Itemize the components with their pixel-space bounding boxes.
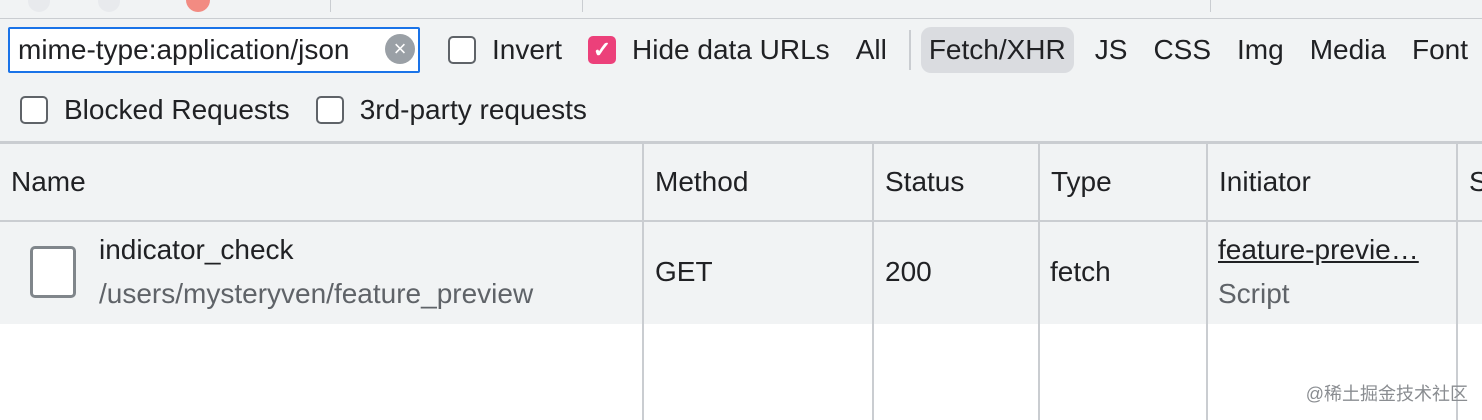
blocked-requests-label: Blocked Requests xyxy=(64,94,290,125)
blocked-requests-checkbox[interactable]: Blocked Requests xyxy=(20,94,290,126)
hide-data-urls-checkbox-box[interactable]: ✓ xyxy=(588,36,617,64)
cell-size xyxy=(1458,222,1482,324)
request-path: /users/mysteryven/feature_preview xyxy=(99,278,534,309)
toolbar-divider xyxy=(330,0,331,12)
initiator-type: Script xyxy=(1218,278,1290,309)
request-method: GET xyxy=(655,256,713,287)
cell-method: GET xyxy=(644,222,874,324)
request-name: indicator_check xyxy=(99,234,294,265)
column-header-method[interactable]: Method xyxy=(644,144,874,220)
table-row[interactable]: indicator_check /users/mysteryven/featur… xyxy=(0,222,1482,324)
type-filter-js[interactable]: JS xyxy=(1082,27,1141,73)
cell-name[interactable]: indicator_check /users/mysteryven/featur… xyxy=(0,222,644,324)
toolbar-button-fragment[interactable] xyxy=(98,0,120,12)
network-filter-bar: × Invert ✓ Hide data URLs All Fetch/XHR … xyxy=(0,19,1482,144)
filter-input[interactable] xyxy=(18,29,386,71)
column-divider xyxy=(1038,324,1040,420)
column-divider xyxy=(642,324,644,420)
toolbar-divider xyxy=(1210,0,1211,12)
cell-initiator: feature-previe… Script xyxy=(1208,222,1458,324)
toolbar-divider xyxy=(582,0,583,12)
hide-data-urls-label: Hide data URLs xyxy=(632,34,830,65)
filter-input-container: × xyxy=(8,27,420,73)
invert-label: Invert xyxy=(492,34,563,65)
network-request-table: Name Method Status Type Initiator Size i… xyxy=(0,144,1482,420)
request-status: 200 xyxy=(885,256,932,287)
type-filter-divider xyxy=(908,30,911,70)
initiator-link[interactable]: feature-previe… xyxy=(1218,234,1419,266)
third-party-requests-checkbox[interactable]: 3rd-party requests xyxy=(315,94,587,126)
request-type: fetch xyxy=(1050,256,1111,287)
type-filter-fetch-xhr[interactable]: Fetch/XHR xyxy=(920,27,1074,73)
toolbar-button-fragment[interactable] xyxy=(28,0,50,12)
table-header: Name Method Status Type Initiator Size xyxy=(0,144,1482,222)
clear-filter-icon[interactable]: × xyxy=(385,34,415,64)
column-header-initiator[interactable]: Initiator xyxy=(1208,144,1458,220)
invert-checkbox-box[interactable] xyxy=(448,36,476,64)
third-party-requests-checkbox-box[interactable] xyxy=(315,96,344,124)
filter-row-primary: Invert ✓ Hide data URLs All Fetch/XHR JS… xyxy=(448,27,1481,73)
third-party-requests-label: 3rd-party requests xyxy=(359,94,587,125)
invert-checkbox[interactable]: Invert xyxy=(448,34,562,66)
type-filter-font[interactable]: Font xyxy=(1399,27,1481,73)
blocked-requests-checkbox-box[interactable] xyxy=(20,96,48,124)
cell-type: fetch xyxy=(1040,222,1208,324)
cell-status: 200 xyxy=(874,222,1040,324)
column-divider xyxy=(1206,324,1208,420)
type-filter-img[interactable]: Img xyxy=(1224,27,1297,73)
column-header-size[interactable]: Size xyxy=(1458,144,1482,220)
type-filter-all[interactable]: All xyxy=(856,27,900,73)
type-filter-css[interactable]: CSS xyxy=(1140,27,1224,73)
top-toolbar-strip xyxy=(0,0,1482,19)
column-header-name[interactable]: Name xyxy=(0,144,644,220)
record-icon-fragment[interactable] xyxy=(186,0,210,12)
column-header-status[interactable]: Status xyxy=(874,144,1040,220)
type-filter-media[interactable]: Media xyxy=(1297,27,1399,73)
column-divider xyxy=(872,324,874,420)
hide-data-urls-checkbox[interactable]: ✓ Hide data URLs xyxy=(588,34,830,66)
document-icon xyxy=(30,246,76,298)
filter-row-secondary: Blocked Requests 3rd-party requests xyxy=(20,89,613,131)
column-header-type[interactable]: Type xyxy=(1040,144,1208,220)
watermark-text: @稀土掘金技术社区 xyxy=(1305,384,1468,404)
